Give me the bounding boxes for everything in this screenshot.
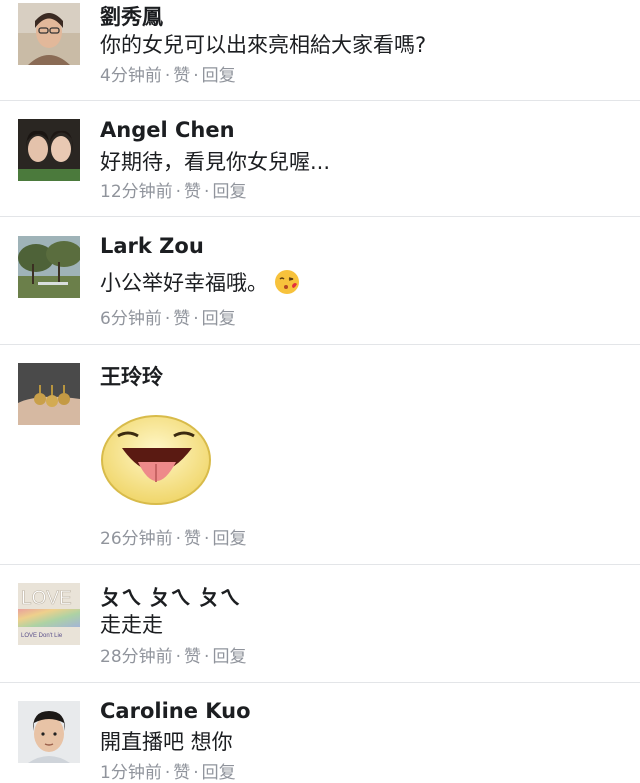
avatar[interactable]: [18, 119, 80, 181]
avatar-love-text: LOVE: [21, 588, 72, 609]
meta-separator: ·: [175, 529, 182, 549]
divider: [0, 100, 640, 101]
comment-meta: 4分钟前 · 赞 · 回复: [100, 61, 236, 86]
comment-meta: 1分钟前 · 赞 · 回复: [100, 758, 236, 783]
avatar[interactable]: LOVE LOVE Don't Lie: [18, 583, 80, 645]
comment-text-content: 小公举好幸福哦。: [100, 271, 268, 295]
meta-separator: ·: [204, 182, 210, 202]
like-link[interactable]: 赞: [173, 309, 190, 329]
meta-separator: ·: [204, 647, 210, 667]
comment-time: 4分钟前: [100, 66, 162, 86]
kissing-face-emoji-icon: [275, 270, 299, 294]
avatar-love-subtext: LOVE Don't Lie: [21, 633, 63, 639]
commenter-name[interactable]: Lark Zou: [100, 234, 204, 258]
avatar[interactable]: [18, 701, 80, 763]
comment-time: 12分钟前: [100, 182, 173, 202]
comment-time: 26分钟前: [100, 529, 173, 549]
comment-text: 走走走: [100, 613, 163, 637]
reply-link[interactable]: 回复: [202, 763, 236, 783]
comment-time: 1分钟前: [100, 763, 162, 783]
comment-time: 28分钟前: [100, 647, 173, 667]
meta-separator: ·: [175, 182, 182, 202]
meta-separator: ·: [193, 66, 199, 86]
divider: [0, 682, 640, 683]
comment-meta: 28分钟前 · 赞 · 回复: [100, 642, 246, 667]
commenter-name[interactable]: Angel Chen: [100, 118, 235, 142]
meta-separator: ·: [175, 647, 182, 667]
commenter-name[interactable]: 王玲玲: [100, 361, 163, 391]
comment-text: 小公举好幸福哦。: [100, 267, 300, 297]
reply-link[interactable]: 回复: [212, 529, 246, 549]
divider: [0, 344, 640, 345]
commenter-name[interactable]: ㄆㄟ ㄆㄟ ㄆㄟ: [100, 582, 241, 612]
comment-time: 6分钟前: [100, 309, 162, 329]
divider: [0, 216, 640, 217]
commenter-name[interactable]: 劉秀鳳: [100, 1, 163, 31]
avatar[interactable]: [18, 3, 80, 65]
reply-link[interactable]: 回复: [212, 647, 246, 667]
like-link[interactable]: 赞: [184, 182, 201, 202]
meta-separator: ·: [193, 309, 199, 329]
avatar[interactable]: [18, 363, 80, 425]
comment-text: 你的女兒可以出來亮相給大家看嗎?: [100, 33, 427, 57]
like-link[interactable]: 赞: [173, 763, 190, 783]
reply-link[interactable]: 回复: [212, 182, 246, 202]
comment-text: 好期待，看見你女兒喔...: [100, 150, 331, 174]
like-link[interactable]: 赞: [184, 647, 201, 667]
meta-separator: ·: [193, 763, 199, 783]
comment-meta: 26分钟前 · 赞 · 回复: [100, 524, 246, 549]
meta-separator: ·: [164, 309, 171, 329]
reply-link[interactable]: 回复: [202, 309, 236, 329]
comment-text: 開直播吧 想你: [100, 730, 233, 754]
comment-meta: 12分钟前 · 赞 · 回复: [100, 177, 246, 202]
avatar[interactable]: [18, 236, 80, 298]
meta-separator: ·: [204, 529, 210, 549]
tongue-out-smiley-sticker[interactable]: [100, 410, 212, 506]
reply-link[interactable]: 回复: [202, 66, 236, 86]
meta-separator: ·: [164, 763, 171, 783]
commenter-name[interactable]: Caroline Kuo: [100, 699, 251, 723]
like-link[interactable]: 赞: [184, 529, 201, 549]
divider: [0, 564, 640, 565]
like-link[interactable]: 赞: [173, 66, 190, 86]
meta-separator: ·: [164, 66, 171, 86]
comment-meta: 6分钟前 · 赞 · 回复: [100, 304, 236, 329]
